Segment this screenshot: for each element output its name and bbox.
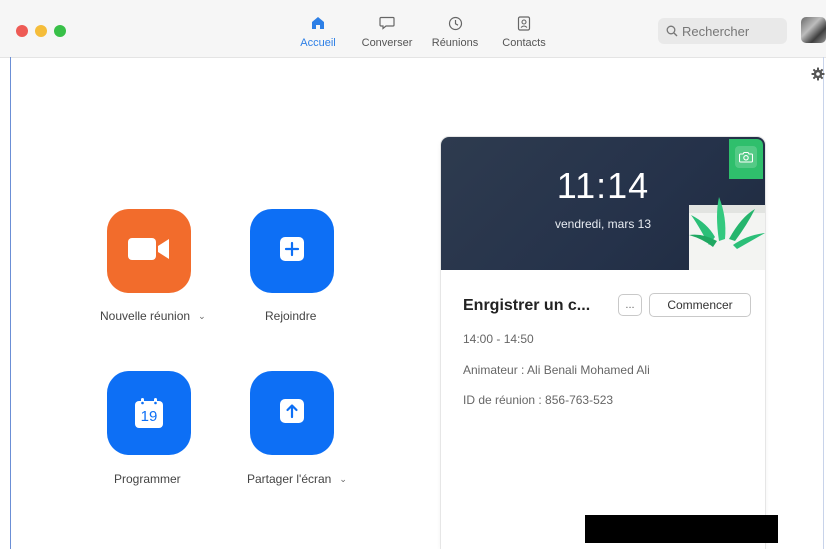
plant-illustration <box>689 197 765 270</box>
tab-contacts[interactable]: Contacts <box>498 14 550 52</box>
schedule-button[interactable]: 19 <box>107 371 191 455</box>
tab-meetings-label: Réunions <box>431 37 479 49</box>
video-camera-icon <box>127 235 171 268</box>
window-border <box>823 57 824 549</box>
join-label: Rejoindre <box>265 309 317 323</box>
calendar-day: 19 <box>140 408 158 425</box>
join-button[interactable] <box>250 209 334 293</box>
clock-icon <box>448 14 463 32</box>
redaction-bar <box>585 515 778 543</box>
close-window-button[interactable] <box>16 25 28 37</box>
share-up-arrow-icon <box>279 398 305 429</box>
meeting-host: Animateur : Ali Benali Mohamed Ali <box>463 363 650 377</box>
tab-home[interactable]: Accueil <box>296 14 340 52</box>
avatar[interactable] <box>801 17 826 43</box>
calendar-icon: 19 <box>134 397 164 429</box>
title-bar: Accueil Converser Réunions Contacts <box>0 0 826 58</box>
home-icon <box>311 14 325 32</box>
tab-contacts-label: Contacts <box>502 37 546 49</box>
plus-icon <box>279 236 305 267</box>
search-box[interactable] <box>658 18 787 44</box>
share-screen-button[interactable] <box>250 371 334 455</box>
search-input[interactable] <box>682 23 782 39</box>
new-meeting-label: Nouvelle réunion <box>100 309 191 323</box>
schedule-label: Programmer <box>114 472 181 486</box>
chevron-down-icon[interactable]: ⌄ <box>339 474 347 485</box>
meeting-time-range: 14:00 - 14:50 <box>463 332 534 346</box>
contacts-icon <box>517 14 531 32</box>
card-header: 11:14 vendredi, mars 13 <box>441 137 765 270</box>
tab-chat[interactable]: Converser <box>358 14 416 52</box>
new-meeting-button[interactable] <box>107 209 191 293</box>
tab-meetings[interactable]: Réunions <box>429 14 481 52</box>
upcoming-meeting-card: 11:14 vendredi, mars 13 Enrgistrer un c.… <box>441 137 765 549</box>
meeting-title: Enrgistrer un c... <box>463 297 591 314</box>
minimize-window-button[interactable] <box>35 25 47 37</box>
tab-home-label: Accueil <box>300 37 336 49</box>
start-meeting-button[interactable]: Commencer <box>649 293 751 317</box>
tab-chat-label: Converser <box>361 37 413 49</box>
chat-icon <box>379 14 395 32</box>
share-screen-label: Partager l'écran <box>247 472 332 486</box>
share-screen-label-group[interactable]: Partager l'écran ⌄ <box>247 472 347 486</box>
more-options-button[interactable]: ... <box>618 294 642 316</box>
settings-gear-icon[interactable] <box>811 67 825 81</box>
new-meeting-label-group[interactable]: Nouvelle réunion ⌄ <box>100 309 206 323</box>
window-border <box>10 57 11 549</box>
meeting-id: ID de réunion : 856-763-523 <box>463 393 614 407</box>
maximize-window-button[interactable] <box>54 25 66 37</box>
camera-icon[interactable] <box>735 146 757 168</box>
chevron-down-icon[interactable]: ⌄ <box>198 311 206 322</box>
search-icon <box>666 25 678 37</box>
